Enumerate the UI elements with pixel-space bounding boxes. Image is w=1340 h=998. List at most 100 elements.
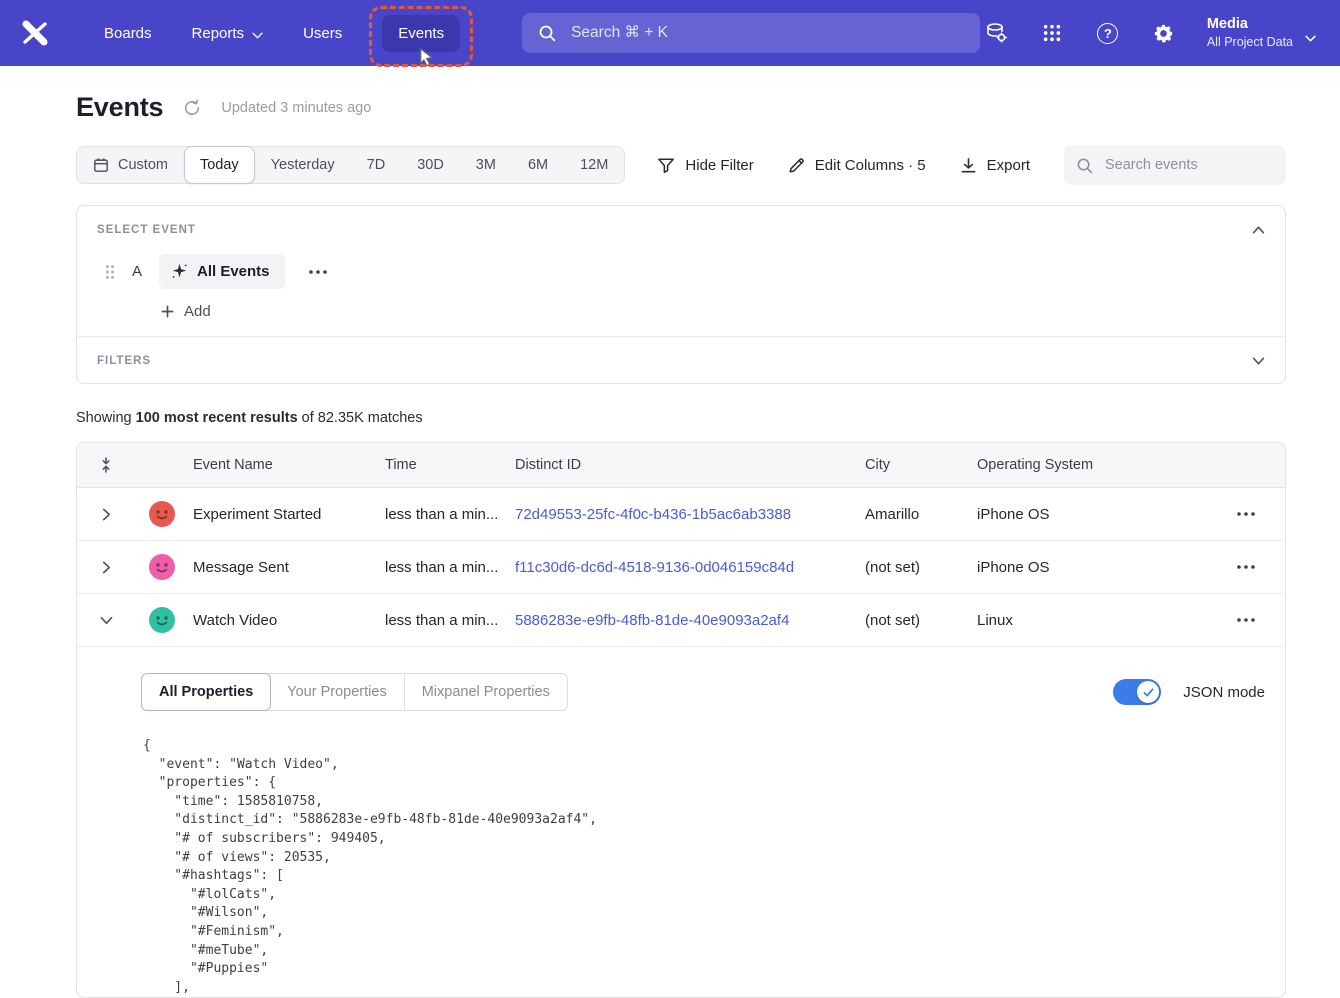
event-name-cell: Watch Video (193, 612, 385, 629)
search-events-input[interactable] (1103, 156, 1274, 174)
user-avatar[interactable] (149, 607, 175, 633)
distinct-id-link[interactable]: f11c30d6-dc6d-4518-9136-0d046159c84d (515, 559, 794, 576)
event-sparkle-icon (171, 263, 188, 280)
mixpanel-logo[interactable] (20, 19, 52, 47)
nav-item-label: Users (303, 25, 342, 42)
date-6m-button[interactable]: 6M (512, 146, 564, 184)
select-event-heading: SELECT EVENT (97, 224, 196, 236)
expand-row-button[interactable] (96, 555, 117, 580)
date-custom-button[interactable]: Custom (77, 146, 184, 184)
project-selector[interactable]: Media All Project Data (1207, 15, 1316, 51)
global-search-input[interactable] (569, 23, 964, 43)
table-row-expanded[interactable]: Watch Video less than a min... 5886283e-… (77, 594, 1285, 647)
data-management-button[interactable] (983, 20, 1009, 46)
event-options-button[interactable] (301, 262, 335, 282)
chevron-right-icon (102, 508, 111, 521)
column-header-distinct-id[interactable]: Distinct ID (515, 457, 865, 473)
date-3m-button[interactable]: 3M (460, 146, 512, 184)
chevron-right-icon (102, 561, 111, 574)
collapse-section-button[interactable] (1246, 220, 1271, 240)
nav-item-boards[interactable]: Boards (88, 15, 168, 52)
ellipsis-icon (309, 270, 327, 274)
city-cell: (not set) (865, 559, 977, 576)
date-option-label: 6M (528, 157, 548, 173)
events-page: Events Updated 3 minutes ago Custom Toda… (0, 66, 1340, 998)
hide-filter-label: Hide Filter (685, 157, 753, 174)
nav-item-users[interactable]: Users (287, 15, 358, 52)
navbar-actions: ? Media All Project Data (983, 15, 1316, 51)
toolbar-actions: Hide Filter Edit Columns · 5 Export (657, 145, 1286, 185)
nav-item-events[interactable]: Events (382, 15, 460, 52)
os-cell: Linux (977, 612, 1207, 629)
user-avatar[interactable] (149, 501, 175, 527)
chevron-up-icon (1252, 226, 1265, 234)
tab-your-properties[interactable]: Your Properties (270, 674, 404, 710)
date-today-button[interactable]: Today (184, 146, 255, 184)
filter-funnel-icon (657, 157, 675, 174)
avatar-face-icon (149, 607, 175, 633)
export-button[interactable]: Export (960, 157, 1030, 174)
add-event-button[interactable]: Add (161, 303, 211, 320)
results-suffix: of 82.35K matches (298, 410, 423, 426)
sort-column-header[interactable] (77, 457, 135, 473)
table-row[interactable]: Message Sent less than a min... f11c30d6… (77, 541, 1285, 594)
refresh-button[interactable] (179, 95, 205, 121)
drag-handle-icon[interactable] (105, 264, 115, 280)
filters-header: FILTERS (77, 336, 1285, 383)
nav-search (522, 13, 980, 53)
row-options-button[interactable] (1229, 504, 1263, 524)
settings-button[interactable] (1151, 20, 1177, 46)
table-row[interactable]: Experiment Started less than a min... 72… (77, 488, 1285, 541)
date-30d-button[interactable]: 30D (401, 146, 460, 184)
row-options-button[interactable] (1229, 610, 1263, 630)
nav-item-reports[interactable]: Reports (176, 14, 280, 53)
collapse-row-button[interactable] (94, 610, 119, 631)
distinct-id-link[interactable]: 5886283e-e9fb-48fb-81de-40e9093a2af4 (515, 612, 789, 629)
tab-all-properties[interactable]: All Properties (141, 673, 271, 711)
search-events-field (1064, 145, 1286, 185)
date-12m-button[interactable]: 12M (564, 146, 624, 184)
help-button[interactable]: ? (1095, 20, 1121, 46)
event-name-cell: Message Sent (193, 559, 385, 576)
edit-columns-label: Edit Columns · 5 (815, 157, 926, 174)
event-query-row: A All Events (77, 252, 1285, 295)
chevron-down-icon (252, 26, 263, 43)
date-option-label: Yesterday (271, 157, 335, 173)
export-label: Export (987, 157, 1030, 174)
check-icon (1143, 688, 1154, 697)
chevron-down-icon (1305, 35, 1316, 42)
pencil-icon (788, 157, 805, 174)
json-mode-toggle[interactable] (1113, 679, 1161, 705)
os-cell: iPhone OS (977, 506, 1207, 523)
primary-nav: Boards Reports Users Events (88, 14, 460, 53)
properties-tabs: All Properties Your Properties Mixpanel … (141, 673, 568, 711)
add-label: Add (184, 303, 211, 320)
filters-heading: FILTERS (97, 355, 151, 367)
json-viewer[interactable]: { "event": "Watch Video", "properties": … (143, 737, 1265, 997)
updated-timestamp: Updated 3 minutes ago (221, 100, 371, 116)
detail-toolbar: All Properties Your Properties Mixpanel … (141, 673, 1265, 711)
edit-columns-button[interactable]: Edit Columns · 5 (788, 157, 926, 174)
nav-item-label: Reports (192, 25, 245, 42)
expand-row-button[interactable] (96, 502, 117, 527)
column-header-event-name[interactable]: Event Name (193, 457, 385, 473)
step-letter: A (131, 263, 143, 280)
column-header-city[interactable]: City (865, 457, 977, 473)
row-options-button[interactable] (1229, 557, 1263, 577)
chevron-down-icon (1252, 357, 1265, 365)
column-header-time[interactable]: Time (385, 457, 515, 473)
date-7d-button[interactable]: 7D (351, 146, 402, 184)
ellipsis-icon (1237, 512, 1255, 516)
navbar: Boards Reports Users Events (0, 0, 1340, 66)
distinct-id-link[interactable]: 72d49553-25fc-4f0c-b436-1b5ac6ab3388 (515, 506, 791, 523)
column-header-os[interactable]: Operating System (977, 457, 1207, 473)
events-table: Event Name Time Distinct ID City Operati… (76, 442, 1286, 998)
event-selector-button[interactable]: All Events (159, 254, 285, 289)
toolbar: Custom Today Yesterday 7D 30D 3M 6M 12M … (76, 145, 1286, 185)
user-avatar[interactable] (149, 554, 175, 580)
apps-grid-button[interactable] (1039, 20, 1065, 46)
expand-filters-button[interactable] (1246, 351, 1271, 371)
hide-filter-button[interactable]: Hide Filter (657, 157, 753, 174)
tab-mixpanel-properties[interactable]: Mixpanel Properties (405, 674, 567, 710)
date-yesterday-button[interactable]: Yesterday (255, 146, 351, 184)
